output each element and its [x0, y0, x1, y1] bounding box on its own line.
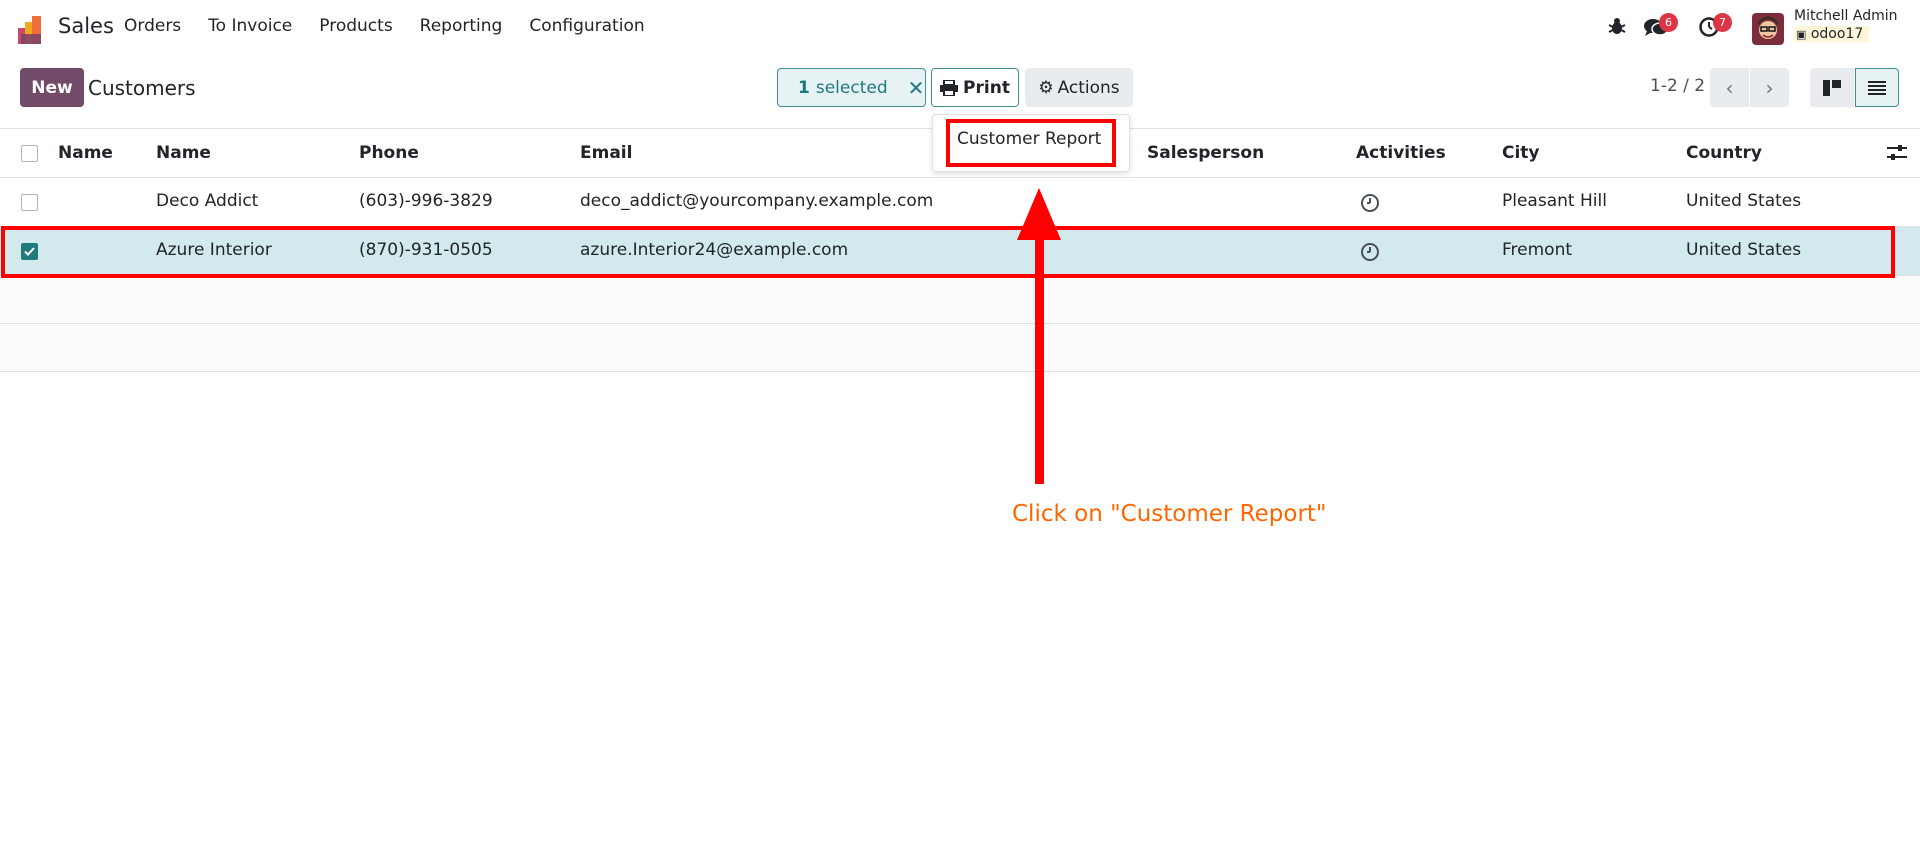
- chevron-left-icon: ‹: [1725, 75, 1734, 100]
- empty-row: [0, 276, 1920, 324]
- select-all-checkbox[interactable]: [21, 145, 38, 162]
- new-button[interactable]: New: [20, 68, 84, 107]
- column-header-name[interactable]: Name: [58, 143, 113, 163]
- selected-row-highlight-box: [1, 226, 1895, 278]
- column-header-activities[interactable]: Activities: [1356, 143, 1446, 163]
- cell-phone: (603)-996-3829: [359, 191, 493, 211]
- menu-reporting[interactable]: Reporting: [420, 16, 503, 36]
- list-icon: [1868, 80, 1886, 95]
- column-header-salesperson[interactable]: Salesperson: [1147, 143, 1264, 163]
- menu-products[interactable]: Products: [319, 16, 392, 36]
- cell-name: Deco Addict: [156, 191, 259, 211]
- actions-label: Actions: [1057, 77, 1120, 98]
- table-row[interactable]: Deco Addict (603)-996-3829 deco_addict@y…: [0, 178, 1920, 227]
- annotation-text: Click on "Customer Report": [1012, 501, 1327, 527]
- column-header-country[interactable]: Country: [1686, 143, 1762, 163]
- bug-icon[interactable]: [1606, 16, 1628, 38]
- kanban-icon: [1823, 79, 1841, 96]
- database-label: odoo17: [1810, 26, 1864, 42]
- messages-badge: 6: [1659, 13, 1678, 32]
- list-view-button[interactable]: [1855, 68, 1899, 107]
- print-label: Print: [963, 77, 1010, 98]
- pager-value[interactable]: 1-2 / 2: [1650, 76, 1705, 96]
- printer-icon: [940, 79, 959, 96]
- menu-to-invoice[interactable]: To Invoice: [208, 16, 292, 36]
- empty-row: [0, 324, 1920, 372]
- kanban-view-button[interactable]: [1810, 68, 1854, 107]
- top-navbar: Sales Orders To Invoice Products Reporti…: [0, 0, 1920, 56]
- menu-configuration[interactable]: Configuration: [529, 16, 644, 36]
- cell-city: Pleasant Hill: [1502, 191, 1607, 211]
- activity-clock-icon[interactable]: [1360, 193, 1380, 213]
- selection-indicator: 1 selected ✕: [777, 68, 926, 107]
- page-title: Customers: [88, 76, 196, 100]
- user-name[interactable]: Mitchell Admin: [1794, 8, 1898, 24]
- sales-app-icon[interactable]: [18, 16, 48, 44]
- pager-previous-button[interactable]: ‹: [1710, 68, 1749, 107]
- actions-button[interactable]: ⚙ Actions: [1025, 68, 1133, 107]
- activities-badge: 7: [1713, 13, 1732, 32]
- column-header-phone[interactable]: Phone: [359, 143, 419, 163]
- database-icon: ▣: [1796, 28, 1807, 41]
- main-menu: Orders To Invoice Products Reporting Con…: [124, 16, 672, 36]
- selected-count: 1: [798, 77, 810, 98]
- column-header-name-2[interactable]: Name: [156, 143, 211, 163]
- menu-orders[interactable]: Orders: [124, 16, 181, 36]
- pager-next-button[interactable]: ›: [1750, 68, 1789, 107]
- cell-email: deco_addict@yourcompany.example.com: [580, 191, 934, 211]
- print-button[interactable]: Print: [931, 68, 1019, 107]
- clear-selection-icon[interactable]: ✕: [908, 76, 925, 100]
- database-name: ▣ odoo17: [1794, 26, 1870, 42]
- cell-country: United States: [1686, 191, 1802, 211]
- optional-columns-icon[interactable]: [1887, 144, 1907, 162]
- column-header-email[interactable]: Email: [580, 143, 632, 163]
- row-checkbox[interactable]: [21, 194, 38, 211]
- gear-icon: ⚙: [1038, 77, 1054, 98]
- user-avatar[interactable]: [1752, 13, 1784, 45]
- customer-report-highlight-box: [946, 119, 1116, 167]
- column-header-city[interactable]: City: [1502, 143, 1540, 163]
- chevron-right-icon: ›: [1765, 75, 1774, 100]
- selected-label: selected: [815, 77, 888, 98]
- annotation-arrow-shaft: [1035, 232, 1044, 484]
- app-name[interactable]: Sales: [58, 14, 114, 38]
